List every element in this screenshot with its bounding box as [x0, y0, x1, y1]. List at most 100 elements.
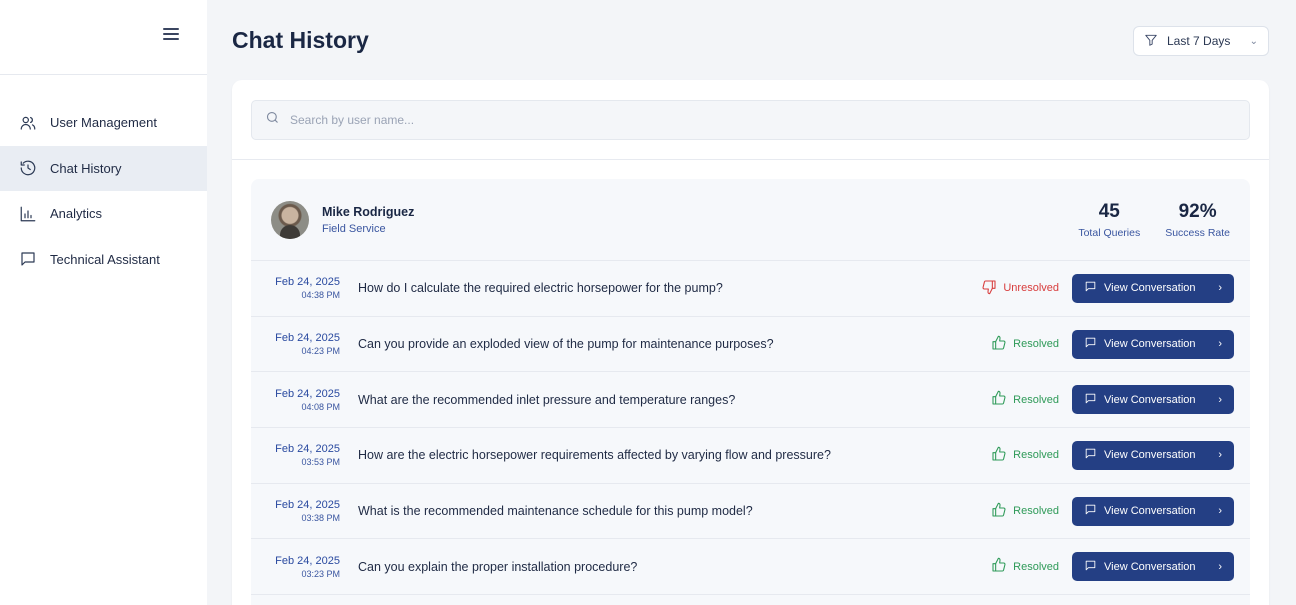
search-icon — [265, 110, 280, 130]
view-conversation-label: View Conversation — [1104, 449, 1196, 462]
conversation-time: 03:38 PM — [301, 513, 340, 524]
status-label: Resolved — [1013, 560, 1059, 573]
status-label: Unresolved — [1003, 282, 1059, 295]
conversation-time: 04:23 PM — [301, 346, 340, 357]
user-info: Mike Rodriguez Field Service — [322, 205, 414, 235]
message-square-icon — [18, 249, 38, 269]
status-badge: Resolved — [991, 557, 1059, 576]
conversation-row: Feb 24, 2025 04:08 PM What are the recomme… — [251, 372, 1250, 429]
status-label: Resolved — [1013, 505, 1059, 518]
message-square-icon — [1084, 559, 1097, 575]
view-conversation-button[interactable]: View Conversation › — [1072, 552, 1234, 582]
sidebar-item-label: Chat History — [50, 160, 122, 176]
conversation-date: Feb 24, 2025 — [275, 387, 340, 400]
thumbs-up-icon — [991, 502, 1013, 521]
conversation-question: What is the recommended maintenance sche… — [358, 504, 753, 519]
conversation-row: Feb 24, 2025 03:53 PM How are the electric… — [251, 428, 1250, 484]
sidebar-item-label: Technical Assistant — [50, 251, 160, 267]
bar-chart-icon — [18, 204, 38, 224]
search-section — [232, 80, 1269, 160]
conversation-time: 04:08 PM — [301, 401, 340, 412]
thumbs-up-icon — [991, 557, 1013, 576]
status-badge: Resolved — [991, 502, 1059, 521]
thumbs-up-icon — [991, 390, 1013, 409]
view-conversation-button[interactable]: View Conversation › — [1072, 496, 1234, 526]
conversation-date: Feb 24, 2025 — [275, 332, 340, 345]
menu-toggle-icon[interactable] — [163, 28, 179, 42]
message-square-icon — [1084, 447, 1097, 463]
status-badge: Resolved — [991, 335, 1059, 354]
thumbs-up-icon — [991, 335, 1013, 354]
sidebar-item-analytics[interactable]: Analytics — [0, 191, 207, 237]
conversation-list: Feb 24, 2025 04:38 PM How do I calculate t… — [251, 261, 1250, 596]
conversation-datetime: Feb 24, 2025 03:23 PM — [268, 555, 340, 579]
message-square-icon — [1084, 392, 1097, 408]
users-icon — [18, 113, 38, 133]
sidebar-item-chat-history[interactable]: Chat History — [0, 145, 207, 191]
chevron-down-icon: ⌄ — [1249, 35, 1258, 47]
conversation-row: Feb 24, 2025 03:38 PM What is the recommen… — [251, 484, 1250, 540]
sidebar-item-label: Analytics — [50, 206, 103, 222]
stat-total-queries: 45 Total Queries — [1078, 201, 1140, 239]
message-square-icon — [1084, 336, 1097, 352]
avatar — [271, 200, 309, 239]
view-conversation-button[interactable]: View Conversation › — [1072, 385, 1234, 415]
conversation-date: Feb 24, 2025 — [275, 276, 340, 289]
conversation-datetime: Feb 24, 2025 03:53 PM — [268, 443, 340, 467]
conversation-date: Feb 24, 2025 — [275, 554, 340, 567]
conversation-question: How do I calculate the required electric… — [358, 281, 723, 296]
conversation-row: Feb 24, 2025 03:23 PM Can you explain the … — [251, 539, 1250, 596]
conversation-row: Feb 24, 2025 04:38 PM How do I calculate t… — [251, 261, 1250, 317]
conversation-row: Feb 24, 2025 04:23 PM Can you provide an e… — [251, 317, 1250, 373]
sidebar-header — [0, 0, 207, 75]
status-label: Resolved — [1013, 338, 1059, 351]
conversation-time: 04:38 PM — [301, 290, 340, 301]
user-header: Mike Rodriguez Field Service 45 Total Qu… — [251, 179, 1250, 261]
status-badge: Resolved — [991, 446, 1059, 465]
conversation-datetime: Feb 24, 2025 04:08 PM — [268, 388, 340, 412]
sidebar-nav: User Management Chat History Analytics T… — [0, 100, 207, 282]
sidebar-item-user-management[interactable]: User Management — [0, 100, 207, 146]
thumbs-up-icon — [991, 446, 1013, 465]
view-conversation-button[interactable]: View Conversation › — [1072, 329, 1234, 359]
status-label: Resolved — [1013, 393, 1059, 406]
main-content: Chat History Last 7 Days ⌄ Mike Rodrigue… — [207, 0, 1296, 605]
chevron-right-icon: › — [1218, 338, 1222, 351]
user-name: Mike Rodriguez — [322, 204, 415, 219]
chevron-right-icon: › — [1218, 393, 1222, 406]
conversation-time: 03:23 PM — [301, 568, 340, 579]
sidebar-item-label: User Management — [50, 115, 157, 131]
history-icon — [18, 158, 38, 178]
chevron-right-icon: › — [1218, 560, 1222, 573]
user-card: Mike Rodriguez Field Service 45 Total Qu… — [251, 179, 1250, 605]
search-box[interactable] — [251, 100, 1250, 140]
search-input[interactable] — [290, 113, 1236, 127]
conversation-time: 03:53 PM — [301, 457, 340, 468]
view-conversation-label: View Conversation — [1104, 393, 1196, 406]
conversation-date: Feb 24, 2025 — [275, 443, 340, 456]
chevron-right-icon: › — [1218, 282, 1222, 295]
thumbs-down-icon — [981, 279, 1003, 298]
conversation-datetime: Feb 24, 2025 04:38 PM — [268, 276, 340, 300]
conversation-question: Can you provide an exploded view of the … — [358, 337, 774, 352]
page-title: Chat History — [232, 27, 369, 53]
sidebar-item-technical-assistant[interactable]: Technical Assistant — [0, 237, 207, 283]
conversation-datetime: Feb 24, 2025 03:38 PM — [268, 499, 340, 523]
status-label: Resolved — [1013, 449, 1059, 462]
conversation-question: What are the recommended inlet pressure … — [358, 392, 736, 407]
message-square-icon — [1084, 280, 1097, 296]
filter-icon — [1144, 33, 1158, 50]
stat-value: 45 — [1098, 200, 1120, 222]
status-badge: Resolved — [991, 390, 1059, 409]
chat-history-panel: Mike Rodriguez Field Service 45 Total Qu… — [232, 80, 1269, 605]
chevron-right-icon: › — [1218, 449, 1222, 462]
view-conversation-label: View Conversation — [1104, 560, 1196, 573]
view-conversation-label: View Conversation — [1104, 505, 1196, 518]
sidebar: User Management Chat History Analytics T… — [0, 0, 207, 605]
date-filter-dropdown[interactable]: Last 7 Days ⌄ — [1133, 26, 1269, 56]
conversation-question: Can you explain the proper installation … — [358, 559, 638, 574]
view-conversation-button[interactable]: View Conversation › — [1072, 273, 1234, 303]
view-conversation-button[interactable]: View Conversation › — [1072, 440, 1234, 470]
user-stats: 45 Total Queries 92% Success Rate — [1078, 201, 1230, 239]
stat-label: Total Queries — [1078, 226, 1141, 239]
